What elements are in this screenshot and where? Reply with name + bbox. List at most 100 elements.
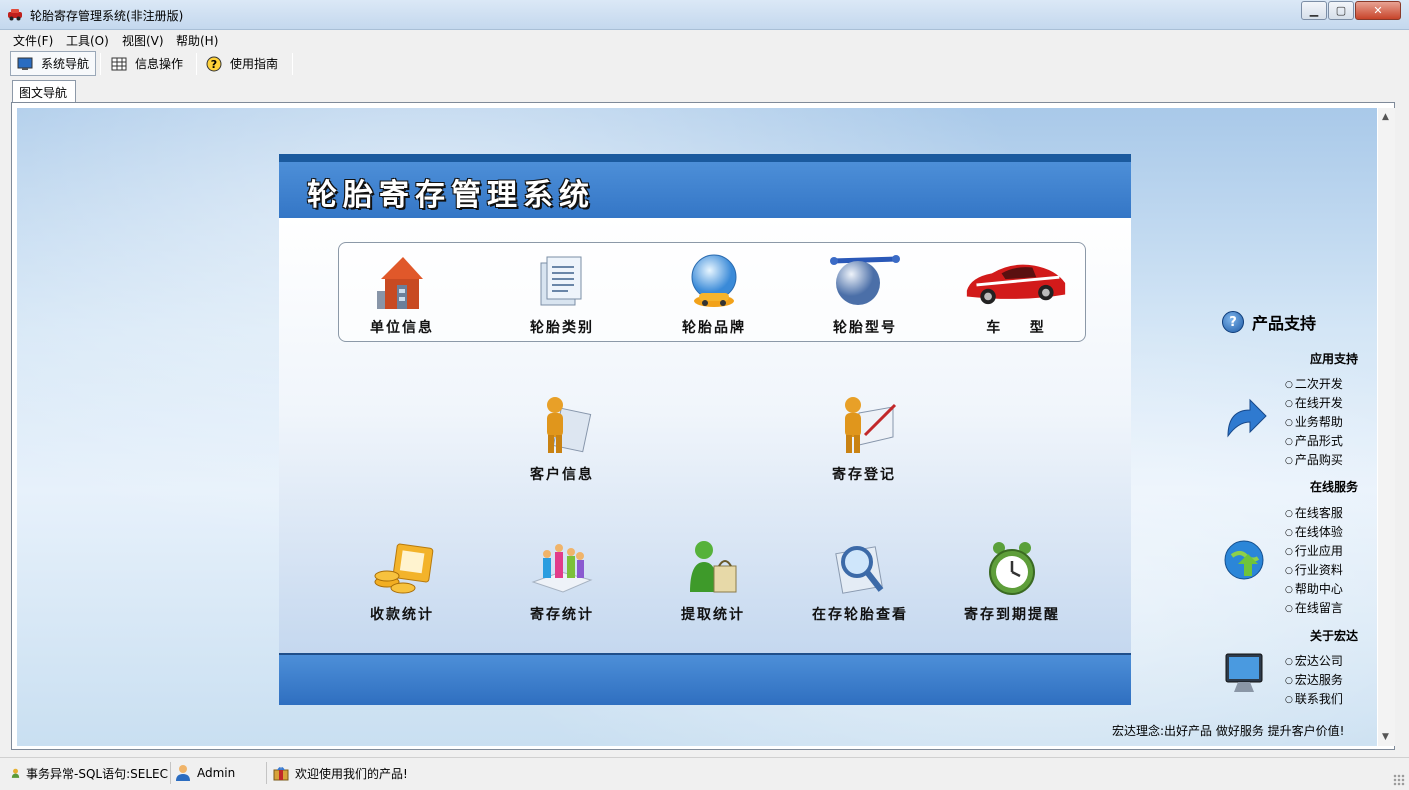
- nav-tire-model[interactable]: 轮胎型号: [790, 251, 940, 337]
- maximize-button[interactable]: ▢: [1328, 1, 1354, 20]
- coins-money-icon: [374, 543, 434, 594]
- resize-grip[interactable]: [1393, 774, 1405, 786]
- support-link[interactable]: 宏达公司: [1285, 652, 1343, 672]
- toolbar-separator: [100, 53, 101, 75]
- catalog-group: 单位信息 轮胎类别 轮胎品牌 轮胎型号 车 型: [338, 242, 1086, 342]
- svg-text:?: ?: [211, 58, 217, 71]
- status-error-text: 事务异常-SQL语句:SELEC: [26, 766, 168, 781]
- nav-customer-info-label: 客户信息: [530, 467, 594, 483]
- person-document-icon: [547, 397, 592, 453]
- nav-tire-brand[interactable]: 轮胎品牌: [639, 251, 789, 337]
- nav-canvas: 轮胎寄存管理系统 单位信息 轮胎类别 轮胎品牌 轮胎型号 车 型 客户信息 寄存…: [17, 108, 1377, 746]
- person-pen-icon: [845, 397, 897, 453]
- status-user: Admin: [174, 762, 235, 784]
- toolbar-separator: [292, 53, 293, 75]
- house-icon: [377, 257, 423, 309]
- user-guide-button[interactable]: ? 使用指南: [200, 51, 290, 76]
- panel-top-band: [279, 154, 1131, 162]
- minimize-button[interactable]: ▁: [1301, 1, 1327, 20]
- menu-help[interactable]: 帮助(H): [176, 32, 218, 49]
- question-icon: ?: [1222, 311, 1244, 333]
- user-guide-label: 使用指南: [230, 57, 279, 71]
- info-operation-label: 信息操作: [135, 57, 184, 71]
- nav-car-type-label: 车 型: [986, 320, 1046, 336]
- window-title: 轮胎寄存管理系统(非注册版): [30, 9, 184, 23]
- nav-deposit-stats-label: 寄存统计: [530, 607, 594, 623]
- alarm-clock-icon: [989, 542, 1035, 595]
- main-nav-panel: 轮胎寄存管理系统 单位信息 轮胎类别 轮胎品牌 轮胎型号 车 型 客户信息 寄存…: [279, 154, 1131, 705]
- support-link[interactable]: 业务帮助: [1285, 413, 1343, 433]
- blue-arrow-icon: [1227, 398, 1267, 438]
- computer-monitor-icon: [1225, 653, 1263, 692]
- nav-pickup-stats[interactable]: 提取统计: [638, 538, 788, 624]
- info-operation-button[interactable]: 信息操作: [105, 51, 191, 76]
- nav-car-type[interactable]: 车 型: [941, 251, 1091, 337]
- maximize-icon: ▢: [1335, 4, 1347, 17]
- nav-tire-brand-label: 轮胎品牌: [682, 320, 746, 336]
- status-user-name: Admin: [197, 766, 236, 780]
- content-frame: 轮胎寄存管理系统 单位信息 轮胎类别 轮胎品牌 轮胎型号 车 型 客户信息 寄存…: [11, 102, 1395, 750]
- panel-footer: [279, 653, 1131, 705]
- nav-tire-category-label: 轮胎类别: [530, 320, 594, 336]
- monitor-icon: [17, 57, 33, 70]
- support-link[interactable]: 联系我们: [1285, 690, 1343, 710]
- support-link[interactable]: 在线开发: [1285, 394, 1343, 414]
- nav-stock-tire-view-label: 在存轮胎查看: [812, 607, 908, 623]
- scroll-down-icon[interactable]: ▼: [1382, 732, 1389, 742]
- support-link[interactable]: 行业资料: [1285, 561, 1343, 581]
- menu-tools[interactable]: 工具(O): [66, 32, 109, 49]
- toolbar-separator: [196, 53, 197, 75]
- sphere-bar-icon: [830, 255, 900, 305]
- status-bar: 事务异常-SQL语句:SELEC Admin 欢迎使用我们的产品!: [0, 757, 1409, 790]
- document-stack-icon: [540, 256, 582, 306]
- vertical-scrollbar[interactable]: ▲ ▼: [1378, 108, 1395, 746]
- magnifier-search-icon: [835, 546, 884, 594]
- support-link[interactable]: 产品形式: [1285, 432, 1343, 452]
- support-link[interactable]: 在线留言: [1285, 599, 1343, 619]
- nav-tire-category[interactable]: 轮胎类别: [487, 251, 637, 337]
- nav-customer-info[interactable]: 客户信息: [487, 388, 637, 484]
- support-heading-online: 在线服务: [1310, 480, 1359, 494]
- system-nav-button[interactable]: 系统导航: [10, 51, 96, 76]
- system-nav-label: 系统导航: [41, 57, 90, 71]
- status-error: 事务异常-SQL语句:SELEC: [10, 762, 168, 784]
- nav-expiry-reminder-label: 寄存到期提醒: [964, 607, 1060, 623]
- support-link[interactable]: 宏达服务: [1285, 671, 1343, 691]
- title-bar: 轮胎寄存管理系统(非注册版) ▁ ▢ ✕: [0, 0, 1409, 30]
- people-chart-icon: [531, 544, 593, 593]
- nav-stock-tire-view[interactable]: 在存轮胎查看: [785, 538, 935, 624]
- warning-person-icon: [11, 768, 20, 778]
- menu-bar: 文件(F) 工具(O) 视图(V) 帮助(H): [0, 30, 1409, 49]
- nav-deposit-register-label: 寄存登记: [832, 467, 896, 483]
- globe-car-icon: [691, 254, 737, 307]
- nav-unit-info[interactable]: 单位信息: [327, 251, 477, 337]
- nav-deposit-stats[interactable]: 寄存统计: [487, 538, 637, 624]
- close-button[interactable]: ✕: [1355, 1, 1401, 20]
- support-link[interactable]: 在线客服: [1285, 504, 1343, 524]
- person-shopping-bag-icon: [690, 541, 737, 593]
- status-welcome: 欢迎使用我们的产品!: [272, 762, 408, 784]
- grid-table-icon: [111, 57, 127, 70]
- menu-file[interactable]: 文件(F): [13, 32, 53, 49]
- panel-title: 轮胎寄存管理系统: [307, 178, 595, 213]
- support-link[interactable]: 产品购买: [1285, 451, 1343, 471]
- menu-view[interactable]: 视图(V): [122, 32, 164, 49]
- product-support-sidebar: ? 产品支持 应用支持 二次开发 在线开发 业务帮助 产品形式 产品购买 在线服…: [1202, 298, 1377, 728]
- user-avatar-icon: [176, 765, 190, 781]
- support-link[interactable]: 帮助中心: [1285, 580, 1343, 600]
- nav-unit-info-label: 单位信息: [370, 320, 434, 336]
- help-question-icon: ?: [206, 56, 222, 71]
- nav-payment-stats[interactable]: 收款统计: [327, 538, 477, 624]
- panel-body: 单位信息 轮胎类别 轮胎品牌 轮胎型号 车 型 客户信息 寄存登记 收款统计 寄…: [279, 218, 1131, 653]
- nav-deposit-register[interactable]: 寄存登记: [789, 388, 939, 484]
- support-link[interactable]: 行业应用: [1285, 542, 1343, 562]
- app-car-icon: [8, 9, 22, 21]
- status-separator: [266, 762, 267, 784]
- support-link[interactable]: 二次开发: [1285, 375, 1343, 395]
- nav-expiry-reminder[interactable]: 寄存到期提醒: [937, 538, 1087, 624]
- nav-payment-stats-label: 收款统计: [370, 607, 434, 623]
- scroll-up-icon[interactable]: ▲: [1382, 112, 1389, 122]
- status-separator: [170, 762, 171, 784]
- tab-graphic-nav[interactable]: 图文导航: [12, 80, 76, 103]
- support-link[interactable]: 在线体验: [1285, 523, 1343, 543]
